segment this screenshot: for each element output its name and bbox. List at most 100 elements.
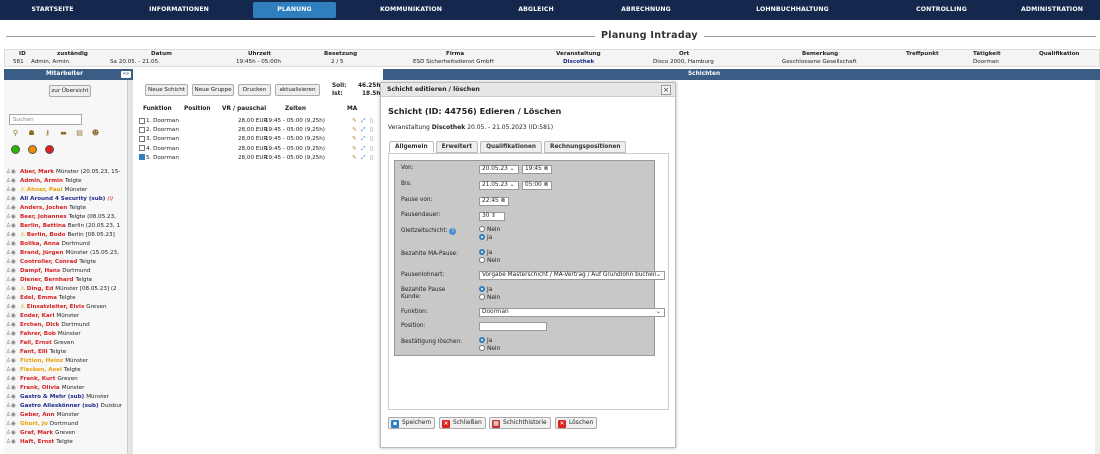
key-icon[interactable]: ⚷ xyxy=(41,128,54,138)
edit-icon[interactable]: ✎ xyxy=(352,154,357,163)
document-icon[interactable]: ▯ xyxy=(370,117,373,126)
group-icon[interactable]: ☗ xyxy=(25,128,38,138)
column-header-position[interactable]: Position xyxy=(184,106,211,112)
orange-dot[interactable] xyxy=(28,145,37,154)
nav-item-kommunikation[interactable]: KOMMUNIKATION xyxy=(380,0,442,20)
checkbox[interactable] xyxy=(139,145,145,152)
von-time-input[interactable]: 19:45 ⊗ xyxy=(522,165,552,174)
assign-icon[interactable]: ⤢ xyxy=(361,154,365,163)
document-icon[interactable]: ▯ xyxy=(370,145,373,154)
checkbox[interactable] xyxy=(139,135,145,142)
aktualisieren-button[interactable]: aktualisieren xyxy=(275,84,320,96)
info-icon[interactable]: i xyxy=(449,228,457,235)
employee-row[interactable]: ♙◉ Fant, Elli Telgte xyxy=(4,348,129,357)
employee-row[interactable]: ♙◉ Fahrer, Bob Münster xyxy=(4,330,129,339)
pausendauer-stepper[interactable]: 30 ⇕ xyxy=(479,212,505,221)
bis-time-input[interactable]: 05:00 ⊗ xyxy=(522,181,552,190)
neue-schicht-button[interactable]: Neue Schicht xyxy=(145,84,188,96)
column-header-ma[interactable]: MA xyxy=(347,106,357,112)
employee-row[interactable]: ♙◉ Diener, Bernhard Telgte xyxy=(4,276,129,285)
tab-allgemein[interactable]: Allgemein xyxy=(389,141,434,153)
column-header-zeiten[interactable]: Zeiten xyxy=(285,106,306,112)
nav-item-administration[interactable]: ADMINISTRATION xyxy=(1021,0,1083,20)
employee-row[interactable]: ♙◉ ⚠ Ding, Ed Münster [08.05.23] (2 xyxy=(4,285,129,294)
employee-row[interactable]: ♙◉ Aber, Mark Münster (20.05.23, 15- xyxy=(4,168,129,177)
bestaetigung-nein-radio[interactable]: Nein xyxy=(479,345,500,353)
checkbox-checked[interactable] xyxy=(139,154,145,161)
red-dot[interactable] xyxy=(45,145,54,154)
employee-row[interactable]: ♙◉ Frank, Kurt Greven xyxy=(4,375,129,384)
document-icon[interactable]: ▯ xyxy=(370,126,373,135)
bezahlte-ma-ja-radio[interactable]: Ja xyxy=(479,249,492,257)
bezahlte-kunde-ja-radio[interactable]: Ja xyxy=(479,286,492,294)
employee-row[interactable]: ♙◉ Flecken, Axel Telgte xyxy=(4,366,129,375)
employee-row[interactable]: ♙◉ Haft, Ernst Telgte xyxy=(4,438,129,447)
employee-row[interactable]: ♙◉ Edel, Emma Telgte xyxy=(4,294,129,303)
employee-row[interactable]: ♙◉ ⚠ Ahner, Paul Münster xyxy=(4,186,129,195)
shift-row[interactable]: 5. Doorman 28,00 EUR 19:45 - 05:00 (9,25h)… xyxy=(139,154,379,163)
stepper-icon[interactable]: ⇕ xyxy=(491,213,496,219)
shift-row[interactable]: 1. Doorman 28,00 EUR 19:45 - 05:00 (9,25h)… xyxy=(139,117,379,126)
pause-von-input[interactable]: 22:45 ⊗ xyxy=(479,197,509,206)
shift-row[interactable]: 4. Doorman 28,00 EUR 19:45 - 05:00 (9,25h)… xyxy=(139,145,379,154)
employee-row[interactable]: ♙◉ Beer, Johannes Telgte (08.05.23, xyxy=(4,213,129,222)
assign-icon[interactable]: ⤢ xyxy=(361,135,365,144)
assign-icon[interactable]: ⤢ xyxy=(361,145,365,154)
funktion-select[interactable]: Doorman ⌄ xyxy=(479,308,665,317)
card-icon[interactable]: ▤ xyxy=(73,128,86,138)
nav-item-abgleich[interactable]: ABGLEICH xyxy=(518,0,554,20)
tab-qualifikationen[interactable]: Qualifikationen xyxy=(480,141,543,153)
expand-panel-button[interactable]: «» xyxy=(121,71,131,78)
clear-icon[interactable]: ⊗ xyxy=(544,166,549,172)
main-scrollbar[interactable] xyxy=(1095,80,1100,454)
drucken-button[interactable]: Drucken xyxy=(238,84,271,96)
employee-row[interactable]: ♙◉ Graf, Mark Greven xyxy=(4,429,129,438)
nav-item-controlling[interactable]: CONTROLLING xyxy=(916,0,967,20)
employee-row[interactable]: ♙◉ Gastro & Mehr (sub) Münster xyxy=(4,393,129,402)
employee-row[interactable]: ♙◉ Anders, Jochen Telgte xyxy=(4,204,129,213)
employee-row[interactable]: ♙◉ Ghort, Jo Dortmund xyxy=(4,420,129,429)
employee-row[interactable]: ♙◉ ⚠ Berlin, Bodo Berlin [08.05.23] xyxy=(4,231,129,240)
employee-row[interactable]: ♙◉ All Around 4 Security (sub) (i) xyxy=(4,195,129,204)
employee-search-input[interactable]: Suchen xyxy=(9,114,82,125)
bezahlte-ma-nein-radio[interactable]: Nein xyxy=(479,257,500,265)
column-header-vr-pauschal[interactable]: VR / pauschal xyxy=(222,106,266,112)
close-icon[interactable]: × xyxy=(661,85,671,95)
employee-row[interactable]: ♙◉ Brand, Jürgen Münster (15.05.23, xyxy=(4,249,129,258)
info-value[interactable]: Discothek xyxy=(563,59,594,65)
gleitzeit-nein-radio[interactable]: Nein xyxy=(479,226,500,234)
pausenlohnart-select[interactable]: Vorgabe Masterschicht / MA-Vertrag / Auf… xyxy=(479,271,665,280)
gleitzeit-ja-radio[interactable]: Ja xyxy=(479,234,492,242)
column-header-funktion[interactable]: Funktion xyxy=(143,106,172,112)
bestaetigung-ja-radio[interactable]: Ja xyxy=(479,337,492,345)
nav-item-lohnbuchhaltung[interactable]: LOHNBUCHHALTUNG xyxy=(756,0,829,20)
schichthistorie-button[interactable]: ▦ Schichthistorie xyxy=(489,417,551,429)
clear-icon[interactable]: ⊗ xyxy=(501,198,506,204)
position-input[interactable] xyxy=(479,322,547,331)
shift-row[interactable]: 2. Doorman 28,00 EUR 19:45 - 05:00 (9,25h)… xyxy=(139,126,379,135)
employee-row[interactable]: ♙◉ Geber, Ann Münster xyxy=(4,411,129,420)
nav-item-informationen[interactable]: INFORMATIONEN xyxy=(149,0,209,20)
assign-icon[interactable]: ⤢ xyxy=(361,126,365,135)
employee-row[interactable]: ♙◉ Fall, Ernst Greven xyxy=(4,339,129,348)
employee-row[interactable]: ♙◉ Admin, Armin Telgte xyxy=(4,177,129,186)
edit-icon[interactable]: ✎ xyxy=(352,145,357,154)
employee-row[interactable]: ♙◉ Gastro Alleskönner (sub) Duisbur xyxy=(4,402,129,411)
filter-icon[interactable]: ⚲ xyxy=(9,128,22,138)
overview-button[interactable]: zur Übersicht xyxy=(49,85,91,97)
checkbox[interactable] xyxy=(139,126,145,133)
lo-schen-button[interactable]: ✕ Löschen xyxy=(555,417,598,429)
von-date-select[interactable]: 20.05.23 ⌄ xyxy=(479,165,519,174)
tab-rechnungspositionen[interactable]: Rechnungspositionen xyxy=(544,141,627,153)
assign-icon[interactable]: ⤢ xyxy=(361,117,365,126)
employee-row[interactable]: ♙◉ ⚠ Einsatzleiter, Elvis Greven xyxy=(4,303,129,312)
person-icon[interactable]: ☻ xyxy=(89,128,102,138)
schlie-en-button[interactable]: × Schließen xyxy=(439,417,486,429)
document-icon[interactable]: ▯ xyxy=(370,154,373,163)
tab-erweitert[interactable]: Erweitert xyxy=(435,141,479,153)
employee-row[interactable]: ♙◉ Berlin, Bettina Berlin (20.05.23, 1 xyxy=(4,222,129,231)
checkbox[interactable] xyxy=(139,117,145,124)
nav-item-abrechnung[interactable]: ABRECHNUNG xyxy=(621,0,671,20)
employee-list-scrollbar[interactable] xyxy=(127,80,133,454)
edit-icon[interactable]: ✎ xyxy=(352,126,357,135)
